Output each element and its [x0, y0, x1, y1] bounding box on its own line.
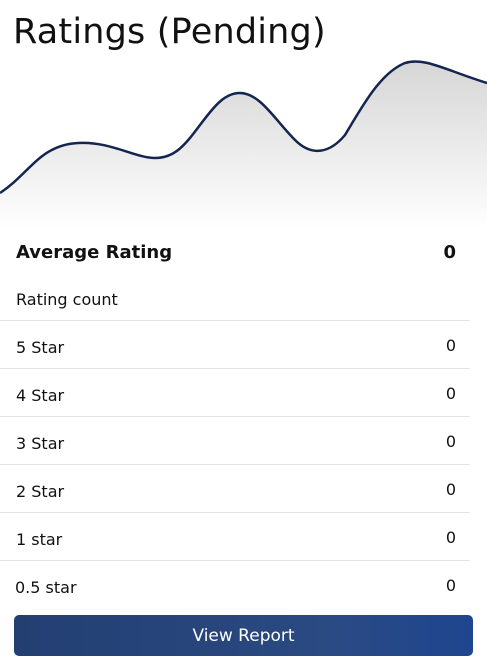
rating-row-label: 3 Star — [16, 434, 65, 453]
rating-row-2-star: 2 Star 0 — [0, 464, 470, 512]
view-report-button[interactable]: View Report — [14, 615, 473, 656]
rating-count-label: Rating count — [16, 290, 118, 309]
rating-row-label: 5 Star — [16, 338, 65, 357]
rating-row-4-star: 4 Star 0 — [0, 368, 470, 416]
rating-row-label: 0.5 star — [15, 578, 77, 597]
rating-breakdown-list: 5 Star 0 4 Star 0 3 Star 0 2 Star 0 1 st… — [0, 320, 470, 608]
rating-row-3-star: 3 Star 0 — [0, 416, 470, 464]
rating-row-half-star: 0.5 star 0 — [0, 560, 470, 608]
rating-row-label: 1 star — [16, 530, 63, 549]
rating-row-value: 0 — [445, 384, 456, 403]
rating-row-value: 0 — [445, 480, 456, 499]
rating-row-value: 0 — [445, 336, 456, 355]
average-rating-label: Average Rating — [16, 241, 173, 263]
average-rating-value: 0 — [443, 241, 456, 263]
rating-row-1-star: 1 star 0 — [0, 512, 470, 560]
decorative-wave — [0, 60, 487, 230]
rating-row-label: 2 Star — [16, 482, 65, 501]
rating-row-value: 0 — [445, 432, 456, 451]
average-rating-row: Average Rating 0 — [16, 238, 456, 266]
rating-row-label: 4 Star — [16, 386, 65, 405]
rating-row-value: 0 — [445, 576, 456, 595]
page-title: Ratings (Pending) — [13, 12, 326, 52]
rating-row-value: 0 — [445, 528, 456, 547]
rating-row-5-star: 5 Star 0 — [0, 320, 470, 368]
